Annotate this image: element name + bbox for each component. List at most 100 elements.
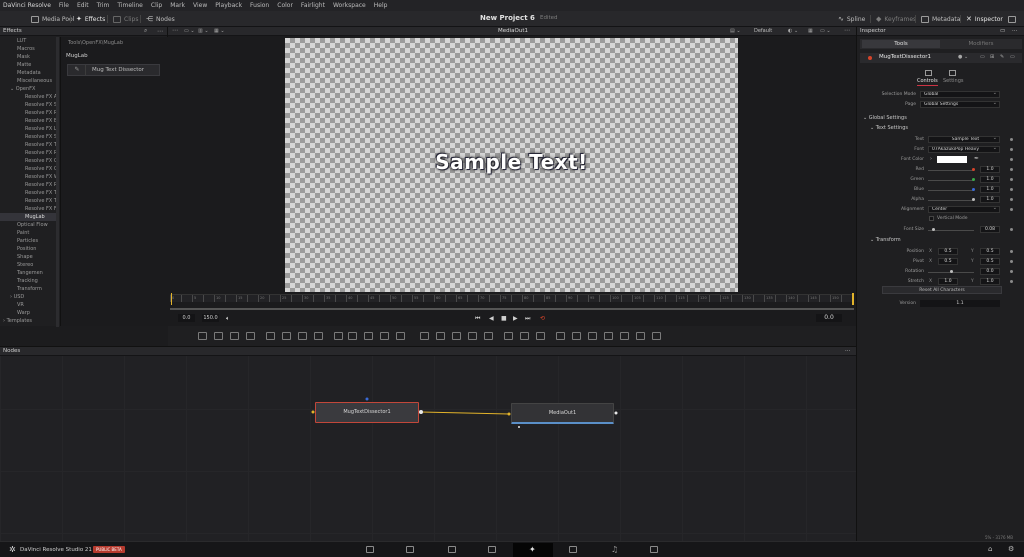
inspector-button[interactable]: ✕ Inspector (966, 13, 1003, 25)
keyframe-icon[interactable] (1010, 208, 1013, 211)
viewer-canvas[interactable]: Sample Text! (285, 38, 738, 292)
menu-fairlight[interactable]: Fairlight (297, 2, 329, 9)
eyedropper-icon[interactable]: ✒ (974, 155, 979, 162)
fairlight-page-icon[interactable]: ♫ (611, 545, 618, 554)
tree-item[interactable]: Position (0, 245, 58, 253)
particles-tool-icon[interactable] (282, 332, 291, 340)
home-icon[interactable]: ⌂ (988, 545, 992, 553)
controls-tab-icon[interactable] (925, 70, 932, 76)
selection-mode-select[interactable]: Global (920, 91, 1000, 98)
paint-tool-icon[interactable] (214, 332, 223, 340)
go-to-start-icon[interactable]: ⏮︎ (475, 315, 480, 323)
merge-tool-icon[interactable] (266, 332, 275, 340)
menu-timeline[interactable]: Timeline (113, 2, 147, 9)
tree-item[interactable]: Tracking (0, 277, 58, 285)
node-mugtextdissector1[interactable]: MugTextDissector1 (315, 402, 419, 423)
menu-workspace[interactable]: Workspace (329, 2, 370, 9)
renderer-3d-icon[interactable] (636, 332, 645, 340)
tree-item-usd[interactable]: › USD (0, 293, 58, 301)
keyframe-icon[interactable] (1010, 168, 1013, 171)
cut-page-icon[interactable] (406, 546, 414, 553)
tracker-tool-icon[interactable] (504, 332, 513, 340)
more-options-icon[interactable]: ⋯ (157, 28, 163, 35)
tree-item[interactable]: Tangemen (0, 269, 58, 277)
metadata-button[interactable]: Metadata (921, 13, 960, 25)
menu-view[interactable]: View (189, 2, 211, 9)
tree-item[interactable]: Resolve FX Wi (0, 173, 58, 181)
letterbox-tool-icon[interactable] (380, 332, 389, 340)
tree-item[interactable]: Matte (0, 61, 58, 69)
tree-item[interactable]: Resolve FX St (0, 133, 58, 141)
expand-icon[interactable]: ▭ (1000, 28, 1005, 34)
blue-slider-handle[interactable] (972, 188, 975, 191)
pivot-y-value[interactable]: 0.5 (980, 258, 1000, 265)
tree-item[interactable]: Resolve FX Ae (0, 93, 58, 101)
tree-item[interactable]: Resolve FX Re (0, 109, 58, 117)
step-back-icon[interactable]: ◀︎ (489, 315, 494, 322)
merge-3d-icon[interactable] (588, 332, 597, 340)
monitor-button[interactable] (1008, 13, 1016, 25)
viewer-color-icon[interactable]: ◐ ⌄ (788, 28, 798, 34)
tree-item[interactable]: Particles (0, 237, 58, 245)
play-icon[interactable]: ▶︎ (513, 315, 518, 322)
viewer-zoom-select[interactable]: Default (754, 28, 772, 34)
green-value[interactable]: 1.0 (980, 176, 1000, 183)
polygon-mask-icon[interactable] (452, 332, 461, 340)
tree-item[interactable]: Stereo (0, 261, 58, 269)
keyframe-icon[interactable] (1010, 138, 1013, 141)
keyframe-icon[interactable] (1010, 250, 1013, 253)
timeline-page-icon[interactable] (488, 546, 496, 553)
nodes-panel[interactable]: Nodes ⋯ MugTextDissector1 MediaOut1 (0, 346, 856, 541)
tree-item[interactable]: Resolve FX Re (0, 149, 58, 157)
alignment-select[interactable]: Center (928, 206, 1000, 213)
tree-item[interactable]: Shape (0, 253, 58, 261)
go-to-end-icon[interactable]: ⏭︎ (525, 315, 530, 323)
search-icon[interactable]: ⌕ (144, 27, 147, 35)
position-x-value[interactable]: 0.5 (938, 248, 958, 255)
tree-item-openfx[interactable]: ⌄ OpenFX (0, 85, 58, 93)
edit-page-icon[interactable] (448, 546, 456, 553)
settings-gear-icon[interactable]: ⚙ (1008, 545, 1014, 553)
keyframe-icon[interactable] (1010, 270, 1013, 273)
tree-item[interactable]: Mask (0, 53, 58, 61)
global-end-field[interactable]: 150.0 (202, 314, 219, 322)
crop-tool-icon[interactable] (364, 332, 373, 340)
tree-item[interactable]: Macros (0, 45, 58, 53)
alpha-slider[interactable] (928, 200, 974, 201)
menu-help[interactable]: Help (370, 2, 392, 9)
rotation-slider-handle[interactable] (950, 270, 953, 273)
stop-icon[interactable]: ■ (501, 315, 507, 322)
media-page-icon[interactable] (366, 546, 374, 553)
viewer-roi-icon[interactable]: ▦ ⌄ (214, 28, 225, 34)
time-ruler[interactable]: 0 5 10 15 20 25 30 35 40 45 50 55 60 65 … (170, 294, 854, 302)
tree-item[interactable]: VR (0, 301, 58, 309)
tool-view-icon[interactable]: ▭ (980, 54, 985, 60)
global-start-field[interactable]: 0.0 (178, 314, 195, 322)
font-size-value[interactable]: 0.08 (980, 226, 1000, 233)
tab-tools[interactable]: Tools (862, 40, 940, 48)
tree-item[interactable]: Resolve FX Te (0, 141, 58, 149)
alpha-slider-handle[interactable] (972, 198, 975, 201)
tree-item[interactable]: Miscellaneous (0, 77, 58, 85)
stabilizer-tool-icon[interactable] (536, 332, 545, 340)
tree-item-muglab[interactable]: MugLab (0, 213, 58, 221)
stretch-y-value[interactable]: 1.0 (980, 278, 1000, 285)
audio-icon[interactable]: 🔈︎ (226, 315, 230, 323)
subtab-settings[interactable]: Settings (943, 78, 964, 84)
keyframe-icon[interactable] (1010, 280, 1013, 283)
vertical-mode-checkbox[interactable] (929, 216, 934, 221)
keyframe-icon[interactable] (1010, 228, 1013, 231)
red-value[interactable]: 1.0 (980, 166, 1000, 173)
text-settings-section[interactable]: ⌄ Text Settings (870, 125, 908, 131)
keyframe-icon[interactable] (1010, 178, 1013, 181)
text-input[interactable]: Sample Text (928, 136, 1000, 143)
keyframe-icon[interactable] (1010, 158, 1013, 161)
color-expand-icon[interactable]: › (930, 156, 932, 162)
effects-button[interactable]: ✦ Effects (76, 13, 105, 25)
effects-tree-scrollbar[interactable] (56, 37, 59, 327)
keyframe-icon[interactable] (1010, 198, 1013, 201)
tool-reset-icon[interactable]: ▭ (1010, 54, 1015, 60)
rotation-value[interactable]: 0.0 (980, 268, 1000, 275)
tool-options-icon[interactable]: ● ⌄ (958, 54, 968, 60)
clips-button[interactable]: Clips (113, 13, 138, 25)
